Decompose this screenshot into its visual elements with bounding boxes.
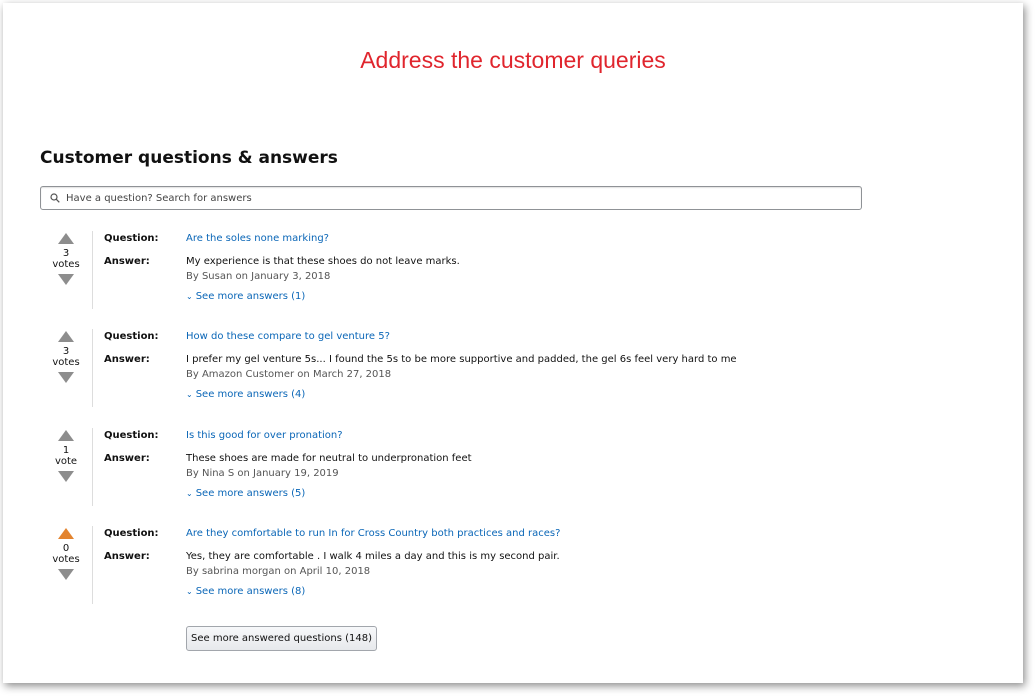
answer-label: Answer:: [104, 256, 150, 267]
answer-text: Yes, they are comfortable . I walk 4 mil…: [186, 551, 560, 562]
see-more-answers-label: See more answers (5): [195, 488, 306, 499]
downvote-arrow-icon[interactable]: [58, 274, 74, 285]
vote-label: votes: [52, 259, 80, 270]
chevron-down-icon: ⌄: [186, 489, 193, 498]
see-more-answers-link[interactable]: ⌄ See more answers (4): [186, 389, 305, 400]
see-more-questions-button[interactable]: See more answered questions (148): [186, 626, 377, 651]
vote-label: votes: [52, 357, 80, 368]
question-label: Question:: [104, 430, 159, 441]
question-label: Question:: [104, 331, 159, 342]
see-more-answers-label: See more answers (4): [195, 389, 306, 400]
answer-label: Answer:: [104, 551, 150, 562]
answer-text: These shoes are made for neutral to unde…: [186, 453, 472, 464]
see-more-answers-link[interactable]: ⌄ See more answers (1): [186, 291, 305, 302]
answer-byline: By Nina S on January 19, 2019: [186, 468, 339, 479]
question-link[interactable]: Are they comfortable to run In for Cross…: [186, 528, 560, 539]
downvote-arrow-icon[interactable]: [58, 569, 74, 580]
page-headline: Address the customer queries: [360, 47, 666, 73]
search-box[interactable]: [40, 186, 862, 210]
answer-label: Answer:: [104, 354, 150, 365]
answer-text: I prefer my gel venture 5s... I found th…: [186, 354, 737, 365]
vote-column: 1 vote: [40, 428, 93, 506]
chevron-down-icon: ⌄: [186, 587, 193, 596]
see-more-answers-label: See more answers (8): [195, 586, 306, 597]
answer-label: Answer:: [104, 453, 150, 464]
see-more-answers-link[interactable]: ⌄ See more answers (8): [186, 586, 305, 597]
vote-label: votes: [52, 554, 80, 565]
question-link[interactable]: How do these compare to gel venture 5?: [186, 331, 390, 342]
vote-column: 3 votes: [40, 329, 93, 407]
answer-byline: By Susan on January 3, 2018: [186, 271, 331, 282]
vote-label: vote: [54, 456, 78, 467]
vote-count: 0: [62, 543, 70, 554]
answer-text: My experience is that these shoes do not…: [186, 256, 460, 267]
page-container: Address the customer queries Customer qu…: [3, 3, 1023, 683]
question-link[interactable]: Is this good for over pronation?: [186, 430, 343, 441]
downvote-arrow-icon[interactable]: [58, 471, 74, 482]
downvote-arrow-icon[interactable]: [58, 372, 74, 383]
see-more-answers-link[interactable]: ⌄ See more answers (5): [186, 488, 305, 499]
upvote-arrow-icon[interactable]: [58, 331, 74, 342]
answer-byline: By sabrina morgan on April 10, 2018: [186, 566, 371, 577]
upvote-arrow-icon[interactable]: [58, 528, 74, 539]
search-input[interactable]: [66, 192, 826, 204]
vote-count: 3: [62, 248, 70, 259]
question-label: Question:: [104, 528, 159, 539]
answer-byline: By Amazon Customer on March 27, 2018: [186, 369, 392, 380]
vote-column: 0 votes: [40, 526, 93, 604]
search-icon: [48, 191, 62, 205]
vote-column: 3 votes: [40, 231, 93, 309]
chevron-down-icon: ⌄: [186, 292, 193, 301]
question-link[interactable]: Are the soles none marking?: [186, 233, 329, 244]
qa-item: 3 votes Question: Are the soles none mar…: [40, 231, 940, 319]
question-label: Question:: [104, 233, 159, 244]
qa-item: 1 vote Question: Is this good for over p…: [40, 428, 940, 516]
chevron-down-icon: ⌄: [186, 390, 193, 399]
upvote-arrow-icon[interactable]: [58, 233, 74, 244]
qa-item: 0 votes Question: Are they comfortable t…: [40, 526, 940, 614]
upvote-arrow-icon[interactable]: [58, 430, 74, 441]
qa-item: 3 votes Question: How do these compare t…: [40, 329, 940, 417]
see-more-answers-label: See more answers (1): [195, 291, 306, 302]
vote-count: 3: [62, 346, 70, 357]
section-title: Customer questions & answers: [40, 148, 338, 168]
vote-count: 1: [62, 445, 70, 456]
